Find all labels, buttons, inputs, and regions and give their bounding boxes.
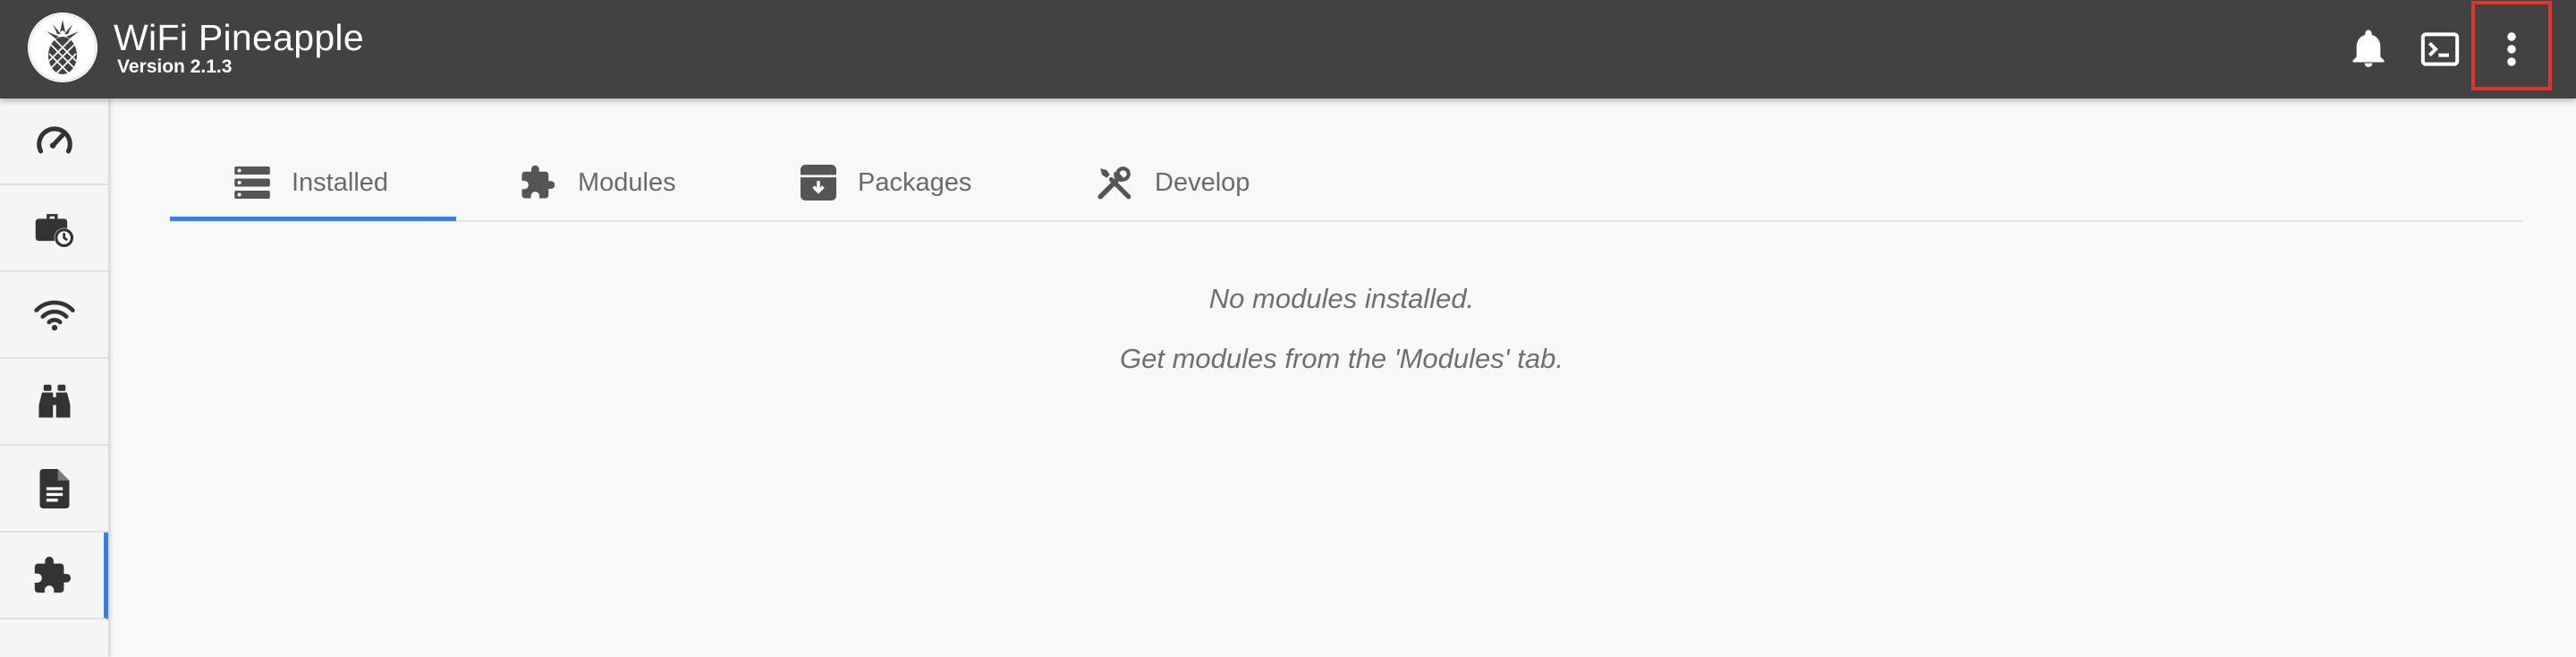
tab-packages-label: Packages bbox=[858, 167, 972, 197]
tab-modules-label: Modules bbox=[578, 167, 676, 197]
archive-icon bbox=[801, 165, 836, 201]
sidebar-item-recon[interactable] bbox=[0, 359, 108, 446]
tab-installed[interactable]: Installed bbox=[234, 143, 388, 222]
app-version: Version 2.1.3 bbox=[117, 56, 233, 77]
notifications-button[interactable] bbox=[2339, 20, 2398, 79]
tab-develop[interactable]: Develop bbox=[1096, 143, 1250, 222]
sidebar-item-logs[interactable] bbox=[0, 446, 108, 533]
more-options-highlight bbox=[2471, 1, 2552, 90]
tab-develop-label: Develop bbox=[1155, 167, 1250, 197]
bell-icon bbox=[2352, 30, 2385, 67]
campaigns-briefcase-clock-icon bbox=[35, 213, 74, 248]
sidebar-item-campaigns[interactable] bbox=[0, 185, 108, 272]
dashboard-gauge-icon bbox=[36, 125, 72, 153]
sidebar-item-modules[interactable] bbox=[0, 533, 108, 619]
tab-modules[interactable]: Modules bbox=[519, 143, 676, 222]
module-tabs: Installed Modules Packages Develop bbox=[170, 143, 2522, 222]
terminal-button[interactable] bbox=[2411, 20, 2470, 79]
sidebar-item-wifi[interactable] bbox=[0, 272, 108, 359]
sidebar bbox=[0, 98, 108, 657]
modules-puzzle-icon bbox=[34, 556, 72, 593]
puzzle-icon bbox=[521, 165, 555, 199]
empty-state-title: No modules installed. bbox=[1208, 283, 1475, 314]
wifi-icon bbox=[33, 300, 75, 330]
tools-icon bbox=[1097, 166, 1131, 200]
app-header: WiFi Pineapple Version 2.1.3 bbox=[0, 0, 2576, 98]
logs-document-icon bbox=[39, 468, 69, 508]
recon-binoculars-icon bbox=[38, 384, 70, 417]
tab-packages[interactable]: Packages bbox=[801, 143, 971, 222]
list-icon bbox=[234, 166, 270, 199]
tab-installed-label: Installed bbox=[292, 167, 389, 197]
pineapple-logo-icon bbox=[28, 13, 97, 82]
sidebar-item-dashboard[interactable] bbox=[0, 98, 108, 185]
active-tab-indicator bbox=[170, 217, 456, 221]
terminal-icon bbox=[2420, 32, 2460, 66]
app-title: WiFi Pineapple bbox=[114, 17, 364, 58]
empty-state-hint: Get modules from the 'Modules' tab. bbox=[1119, 343, 1563, 374]
